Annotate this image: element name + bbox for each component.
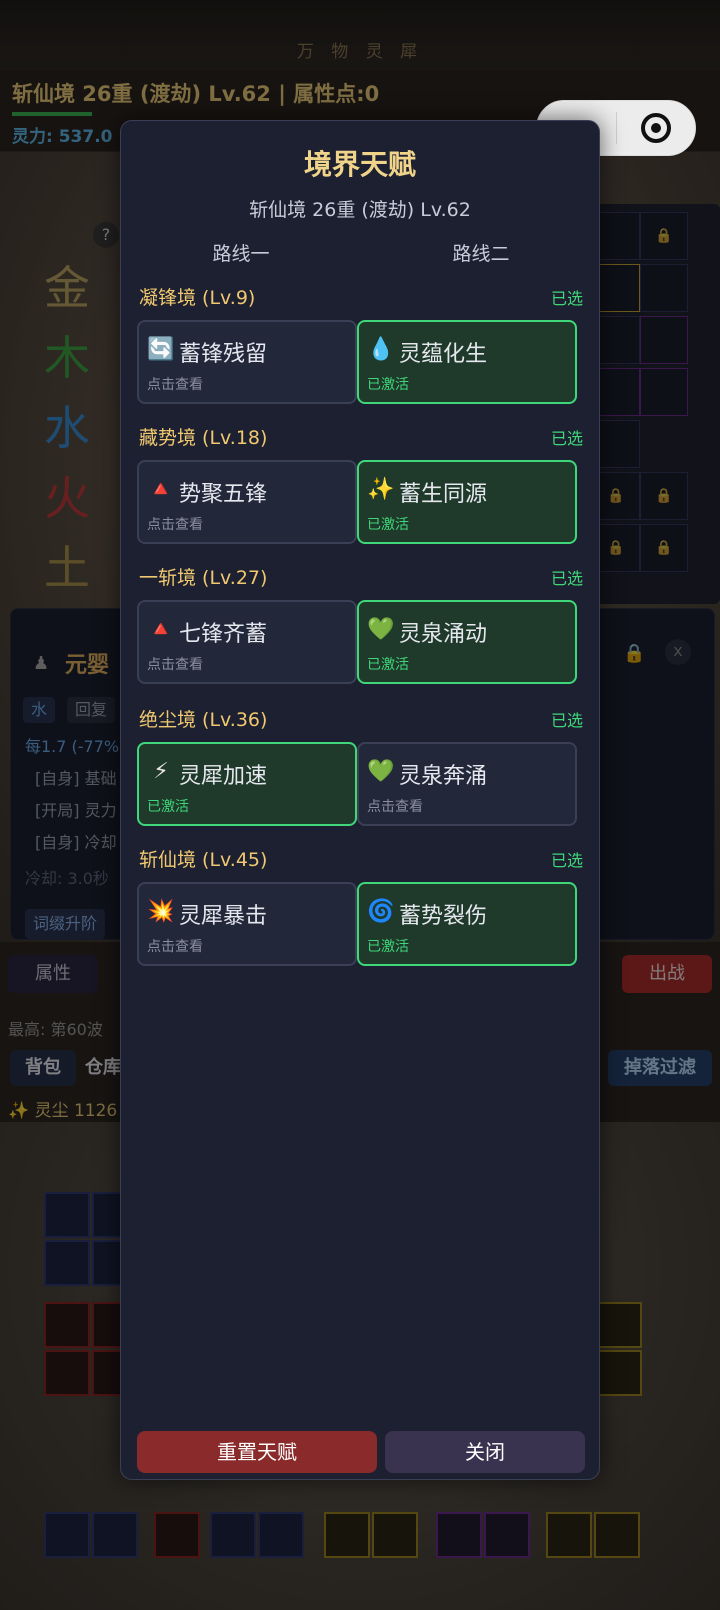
talent-name: 灵犀暴击 [179,904,268,929]
green-heart-icon: 💚 [367,759,395,784]
collision-icon: 💥 [147,899,175,924]
droplet-icon: 💧 [367,337,395,362]
tier-selected-badge: 已选 [550,289,583,308]
reset-talents-button[interactable]: 重置天赋 [137,1431,377,1473]
tier-header: 绝尘境 (Lv.36) 已选 [139,705,583,733]
talent-card-route2[interactable]: 💚 灵泉涌动 已激活 [357,600,577,684]
tier-header: 凝锋境 (Lv.9) 已选 [139,283,583,311]
tier-name: 藏势境 (Lv.18) [139,427,268,449]
talent-name: 灵泉奔涌 [399,764,488,789]
swirl-icon: 🌀 [367,899,395,924]
tier-selected-badge: 已选 [550,711,583,730]
talent-name: 蓄锋残留 [179,342,268,367]
close-button[interactable]: 关闭 [385,1431,585,1473]
tier-name: 一斩境 (Lv.27) [139,567,268,589]
triangle-icon: 🔺 [147,477,175,502]
tier-name: 绝尘境 (Lv.36) [139,709,268,731]
modal-title: 境界天赋 [303,148,416,181]
talent-card-route1[interactable]: 🔺 势聚五锋 点击查看 [137,460,357,544]
realm-talent-modal: 境界天赋 斩仙境 26重 (渡劫) Lv.62 路线一 路线二 凝锋境 (Lv.… [120,120,600,1480]
tier-name: 斩仙境 (Lv.45) [139,849,268,871]
talent-status: 点击查看 [147,939,203,955]
sparkles-icon: ✨ [367,477,395,502]
talent-status: 已激活 [147,799,189,815]
lightning-icon: ⚡ [153,759,169,784]
tier-header: 藏势境 (Lv.18) 已选 [139,423,583,451]
talent-card-route1[interactable]: 🔄 蓄锋残留 点击查看 [137,320,357,404]
cycle-icon: 🔄 [147,337,175,362]
green-heart-icon: 💚 [367,617,395,642]
talent-card-route2[interactable]: 🌀 蓄势裂伤 已激活 [357,882,577,966]
target-circle-icon[interactable] [617,113,696,143]
route-one-label: 路线一 [212,243,270,265]
triangle-icon: 🔺 [147,617,175,642]
talent-name: 灵蕴化生 [399,342,488,367]
modal-subtitle: 斩仙境 26重 (渡劫) Lv.62 [249,199,471,221]
talent-status: 点击查看 [367,799,423,815]
tier-header: 斩仙境 (Lv.45) 已选 [139,845,583,873]
talent-card-route1[interactable]: ⚡ 灵犀加速 已激活 [137,742,357,826]
talent-name: 势聚五锋 [179,482,268,507]
talent-name: 蓄势裂伤 [399,904,488,929]
talent-name: 蓄生同源 [399,482,488,507]
tier-selected-badge: 已选 [550,429,583,448]
route-two-label: 路线二 [452,243,510,265]
talent-status: 已激活 [367,377,409,393]
tier-header: 一斩境 (Lv.27) 已选 [139,563,583,591]
talent-status: 点击查看 [147,517,203,533]
talent-status: 点击查看 [147,377,203,393]
talent-card-route2[interactable]: 💧 灵蕴化生 已激活 [357,320,577,404]
talent-name: 灵泉涌动 [399,622,488,647]
talent-status: 点击查看 [147,657,203,673]
talent-name: 七锋齐蓄 [179,622,268,647]
talent-card-route1[interactable]: 🔺 七锋齐蓄 点击查看 [137,600,357,684]
tier-name: 凝锋境 (Lv.9) [139,287,256,309]
talent-card-route1[interactable]: 💥 灵犀暴击 点击查看 [137,882,357,966]
tier-selected-badge: 已选 [550,569,583,588]
talent-card-route2[interactable]: 💚 灵泉奔涌 点击查看 [357,742,577,826]
talent-card-route2[interactable]: ✨ 蓄生同源 已激活 [357,460,577,544]
talent-status: 已激活 [367,939,409,955]
talent-status: 已激活 [367,517,409,533]
talent-name: 灵犀加速 [179,764,268,789]
talent-status: 已激活 [367,657,409,673]
tier-selected-badge: 已选 [550,851,583,870]
